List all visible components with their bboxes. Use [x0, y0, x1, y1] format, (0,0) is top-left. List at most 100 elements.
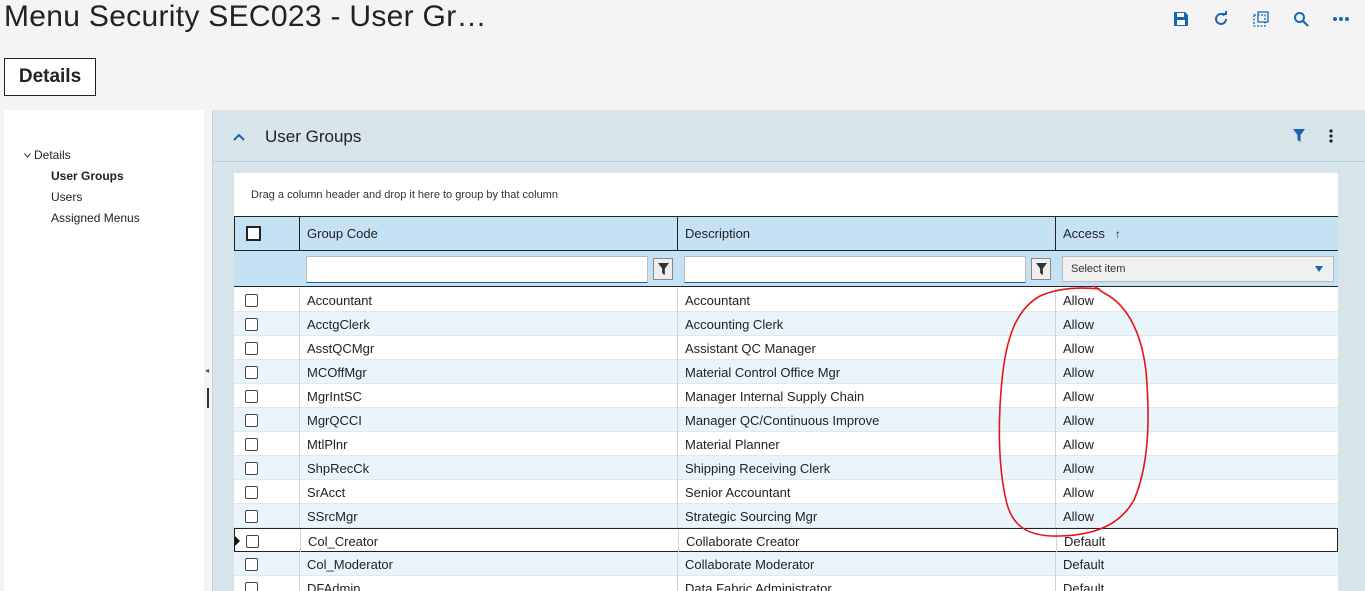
cell-group-code[interactable]: SrAcct	[300, 480, 678, 504]
row-checkbox[interactable]	[246, 534, 259, 548]
table-row[interactable]: MgrIntSC Manager Internal Supply Chain All…	[234, 384, 1338, 408]
cell-group-code[interactable]: Accountant	[300, 288, 678, 312]
cell-group-code[interactable]: ShpRecCk	[300, 456, 678, 480]
cell-access[interactable]: Allow	[1056, 384, 1338, 408]
kebab-menu-icon[interactable]	[1329, 129, 1333, 148]
cell-description[interactable]: Material Planner	[678, 432, 1056, 456]
row-checkbox[interactable]	[245, 461, 258, 475]
table-row[interactable]: Accountant Accountant Allow	[234, 288, 1338, 312]
cell-group-code[interactable]: MCOffMgr	[300, 360, 678, 384]
description-filter-input[interactable]	[684, 256, 1026, 283]
cell-access[interactable]: Default	[1056, 552, 1338, 576]
cell-description[interactable]: Material Control Office Mgr	[678, 360, 1056, 384]
select-all-checkbox[interactable]	[246, 226, 261, 241]
row-checkbox[interactable]	[245, 437, 258, 451]
cell-access[interactable]: Allow	[1056, 360, 1338, 384]
nav-item-user-groups[interactable]: User Groups	[51, 169, 124, 183]
table-row[interactable]: AcctgClerk Accounting Clerk Allow	[234, 312, 1338, 336]
column-header-access[interactable]: Access ↑	[1056, 217, 1338, 250]
column-header-group-code[interactable]: Group Code	[300, 217, 678, 250]
cell-access[interactable]: Default	[1056, 576, 1338, 591]
row-checkbox[interactable]	[245, 557, 258, 571]
table-row[interactable]: AsstQCMgr Assistant QC Manager Allow	[234, 336, 1338, 360]
table-row[interactable]: Col_Creator Collaborate Creator Default	[234, 528, 1338, 553]
row-checkbox-cell	[234, 504, 300, 528]
dropdown-arrow-icon	[1315, 266, 1323, 272]
cell-group-code[interactable]: MtlPlnr	[300, 432, 678, 456]
row-checkbox[interactable]	[245, 317, 258, 331]
row-checkbox[interactable]	[245, 485, 258, 499]
group-code-filter-input[interactable]	[306, 256, 648, 283]
chevron-up-icon[interactable]	[233, 128, 245, 146]
more-icon[interactable]	[1331, 8, 1351, 30]
column-header-description[interactable]: Description	[678, 217, 1056, 250]
grid-container: Drag a column header and drop it here to…	[234, 173, 1338, 591]
table-row[interactable]: DFAdmin Data Fabric Administrator Default	[234, 576, 1338, 591]
cell-access[interactable]: Allow	[1056, 504, 1338, 528]
row-checkbox[interactable]	[245, 293, 258, 307]
row-checkbox-cell	[234, 360, 300, 384]
cell-description[interactable]: Manager QC/Continuous Improve	[678, 408, 1056, 432]
cell-access[interactable]: Default	[1057, 529, 1338, 553]
cell-description[interactable]: Assistant QC Manager	[678, 336, 1056, 360]
splitter-handle[interactable]	[207, 388, 209, 408]
cell-access[interactable]: Allow	[1056, 432, 1338, 456]
refresh-icon[interactable]	[1211, 8, 1231, 30]
cell-access[interactable]: Allow	[1056, 480, 1338, 504]
cell-description[interactable]: Collaborate Moderator	[678, 552, 1056, 576]
cell-access[interactable]: Allow	[1056, 408, 1338, 432]
row-checkbox-cell	[234, 480, 300, 504]
row-checkbox[interactable]	[245, 365, 258, 379]
cell-access[interactable]: Allow	[1056, 456, 1338, 480]
row-checkbox[interactable]	[245, 581, 258, 591]
nav-item-assigned-menus[interactable]: Assigned Menus	[51, 211, 140, 225]
table-row[interactable]: SrAcct Senior Accountant Allow	[234, 480, 1338, 504]
table-row[interactable]: MgrQCCI Manager QC/Continuous Improve Allo…	[234, 408, 1338, 432]
cell-description[interactable]: Senior Accountant	[678, 480, 1056, 504]
table-row[interactable]: Col_Moderator Collaborate Moderator Defaul…	[234, 552, 1338, 576]
nav-item-users[interactable]: Users	[51, 190, 82, 204]
cell-description[interactable]: Accounting Clerk	[678, 312, 1056, 336]
cell-group-code[interactable]: Col_Creator	[301, 529, 679, 553]
filter-icon[interactable]	[1293, 129, 1305, 147]
cell-group-code[interactable]: MgrQCCI	[300, 408, 678, 432]
cell-access[interactable]: Allow	[1056, 312, 1338, 336]
row-checkbox[interactable]	[245, 413, 258, 427]
nav-root-label: Details	[34, 148, 71, 162]
details-tab[interactable]: Details	[4, 58, 96, 96]
page-title: Menu Security SEC023 - User Gr…	[4, 0, 487, 33]
cell-description[interactable]: Collaborate Creator	[679, 529, 1057, 553]
row-checkbox[interactable]	[245, 341, 258, 355]
row-checkbox-cell	[234, 288, 300, 312]
access-filter-select[interactable]: Select item	[1062, 256, 1334, 282]
group-code-filter-button[interactable]	[653, 258, 673, 280]
cell-group-code[interactable]: Col_Moderator	[300, 552, 678, 576]
cell-group-code[interactable]: SSrcMgr	[300, 504, 678, 528]
table-row[interactable]: ShpRecCk Shipping Receiving Clerk Allow	[234, 456, 1338, 480]
row-checkbox[interactable]	[245, 389, 258, 403]
table-row[interactable]: SSrcMgr Strategic Sourcing Mgr Allow	[234, 504, 1338, 528]
cell-group-code[interactable]: AsstQCMgr	[300, 336, 678, 360]
cell-group-code[interactable]: AcctgClerk	[300, 312, 678, 336]
search-icon[interactable]	[1291, 8, 1311, 30]
collapse-arrow-icon[interactable]: ◂	[205, 366, 209, 375]
description-filter-button[interactable]	[1031, 258, 1051, 280]
cell-group-code[interactable]: MgrIntSC	[300, 384, 678, 408]
access-filter-select-label: Select item	[1071, 263, 1126, 275]
cell-description[interactable]: Shipping Receiving Clerk	[678, 456, 1056, 480]
cell-description[interactable]: Manager Internal Supply Chain	[678, 384, 1056, 408]
cell-description[interactable]: Strategic Sourcing Mgr	[678, 504, 1056, 528]
select-region-icon[interactable]	[1251, 8, 1271, 30]
cell-group-code[interactable]: DFAdmin	[300, 576, 678, 591]
save-icon[interactable]	[1171, 8, 1191, 30]
row-checkbox[interactable]	[245, 509, 258, 523]
cell-access[interactable]: Allow	[1056, 336, 1338, 360]
group-by-drop-zone[interactable]: Drag a column header and drop it here to…	[251, 189, 558, 201]
cell-access[interactable]: Allow	[1056, 288, 1338, 312]
row-checkbox-cell	[234, 312, 300, 336]
table-row[interactable]: MtlPlnr Material Planner Allow	[234, 432, 1338, 456]
cell-description[interactable]: Accountant	[678, 288, 1056, 312]
cell-description[interactable]: Data Fabric Administrator	[678, 576, 1056, 591]
table-row[interactable]: MCOffMgr Material Control Office Mgr Allow	[234, 360, 1338, 384]
nav-root-details[interactable]: Details	[24, 148, 71, 162]
